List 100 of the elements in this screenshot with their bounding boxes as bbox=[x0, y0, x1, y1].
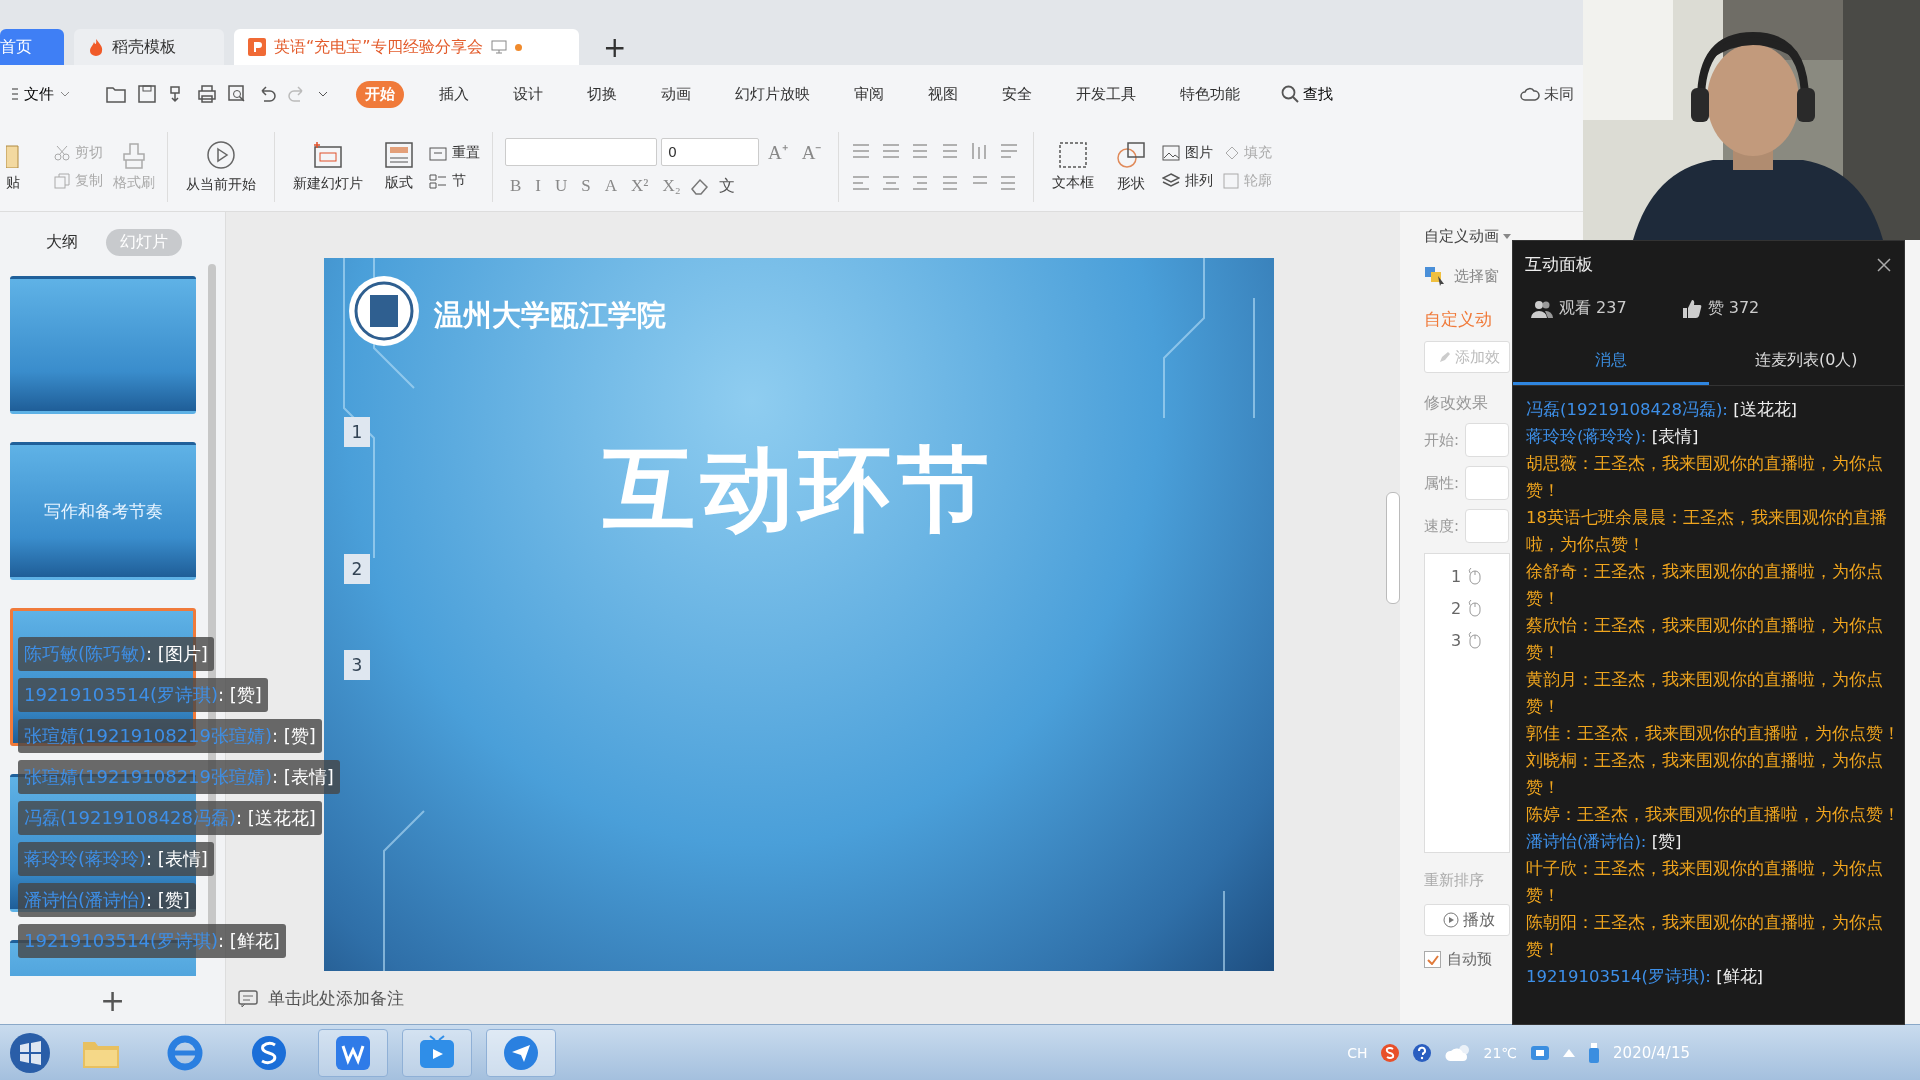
print-icon[interactable] bbox=[198, 85, 216, 103]
folder-icon[interactable] bbox=[106, 85, 126, 103]
phonetic-guide-button[interactable]: 文 bbox=[713, 175, 740, 197]
cloud-icon bbox=[1520, 87, 1540, 101]
s-logo-icon[interactable] bbox=[250, 1033, 288, 1072]
animation-order-tag[interactable]: 3 bbox=[344, 650, 370, 680]
picture-button[interactable]: 图片 bbox=[1162, 144, 1214, 162]
usb-drive-icon[interactable] bbox=[1587, 1041, 1602, 1064]
section-label: 修改效果 bbox=[1424, 393, 1488, 414]
flame-icon bbox=[88, 38, 104, 56]
arrange-button[interactable]: 排列 bbox=[1162, 172, 1214, 190]
text-box-icon bbox=[1059, 142, 1088, 168]
checkbox[interactable] bbox=[1424, 951, 1441, 968]
sender-name: 潘诗怡(潘诗怡) bbox=[24, 888, 147, 912]
browser-icon[interactable] bbox=[166, 1033, 204, 1072]
sender-name: 蒋玲玲(蒋玲玲) bbox=[24, 847, 147, 871]
play-button[interactable]: 播放 bbox=[1424, 904, 1510, 936]
effect-field[interactable] bbox=[1465, 509, 1510, 543]
scissors-icon bbox=[54, 145, 70, 161]
start-button[interactable] bbox=[8, 1030, 52, 1075]
slide-thumbnail[interactable] bbox=[10, 276, 196, 414]
effect-list[interactable]: 1 2 3 bbox=[1424, 553, 1510, 853]
unsaved-dot bbox=[514, 43, 522, 51]
sender-name: 冯磊(19219108428冯磊) bbox=[24, 806, 237, 830]
caret-icon[interactable] bbox=[318, 91, 328, 97]
checkmark-icon bbox=[1426, 954, 1439, 965]
new-tab-button[interactable]: + bbox=[589, 29, 641, 65]
file-menu[interactable]: 文件 bbox=[6, 83, 76, 105]
message-text: : [表情] bbox=[146, 847, 208, 871]
menu-tab[interactable]: 开发工具 bbox=[1067, 80, 1145, 108]
temperature: 21℃ bbox=[1483, 1044, 1518, 1061]
input-method-icon[interactable] bbox=[1379, 1042, 1400, 1063]
presentation-file-icon bbox=[248, 38, 266, 56]
layout-button[interactable]: 版式 bbox=[379, 141, 419, 193]
animation-order-tag[interactable]: 2 bbox=[344, 554, 370, 584]
effect-field[interactable] bbox=[1465, 466, 1510, 500]
sender-name: 19219103514(罗诗琪) bbox=[24, 929, 219, 953]
add-slide-button[interactable]: + bbox=[0, 976, 225, 1024]
pencil-icon bbox=[1439, 351, 1451, 363]
document-tab[interactable]: 首页 bbox=[0, 29, 64, 65]
new-slide-button[interactable]: 新建幻灯片 bbox=[287, 140, 369, 194]
text-box-button[interactable]: 文本框 bbox=[1046, 141, 1101, 193]
college-name: 温州大学瓯江学院 bbox=[434, 297, 666, 334]
save-icon[interactable] bbox=[138, 85, 156, 103]
field-label: 开始: bbox=[1424, 430, 1460, 450]
menu-tab[interactable]: 插入 bbox=[430, 80, 478, 108]
menu-tab[interactable]: 安全 bbox=[993, 80, 1041, 108]
document-tab[interactable]: 英语“充电宝”专四经验分享会 bbox=[234, 29, 579, 65]
people-icon bbox=[1531, 299, 1553, 318]
notes-placeholder[interactable]: 单击此处添加备注 bbox=[268, 987, 404, 1010]
shapes-icon bbox=[1116, 141, 1147, 169]
scrollbar-thumb[interactable] bbox=[1386, 492, 1400, 604]
reset-button[interactable]: 重置 bbox=[429, 144, 480, 162]
menu-tab[interactable]: 视图 bbox=[919, 80, 967, 108]
panel-tab[interactable]: 连麦列表(0人) bbox=[1708, 339, 1904, 385]
help-icon[interactable] bbox=[1411, 1042, 1432, 1063]
play-circle-icon bbox=[1443, 912, 1459, 928]
paste-button[interactable]: 贴 bbox=[0, 141, 26, 193]
close-icon[interactable] bbox=[1876, 256, 1892, 273]
thumbnail-title: 写作和备考节奏 bbox=[43, 499, 163, 523]
shape-button[interactable]: 形状 bbox=[1110, 140, 1153, 194]
pane-header: 自定义动画 bbox=[1424, 226, 1499, 246]
document-tab[interactable]: 稻壳模板 bbox=[74, 29, 224, 65]
sender-name: 19219103514(罗诗琪) bbox=[24, 683, 219, 707]
brush-icon bbox=[122, 142, 146, 169]
preview-icon[interactable] bbox=[228, 85, 246, 103]
message-text: [表情] bbox=[1651, 427, 1699, 446]
system-message: 郭佳：王圣杰，我来围观你的直播啦，为你点赞！ bbox=[1526, 723, 1901, 745]
menu-tab[interactable]: 特色功能 bbox=[1171, 80, 1249, 108]
system-message: 刘晓桐：王圣杰，我来围观你的直播啦，为你点赞！ bbox=[1526, 750, 1884, 799]
menu-tab[interactable]: 设计 bbox=[504, 80, 552, 108]
message-text: : [赞] bbox=[272, 724, 316, 748]
undo-icon[interactable] bbox=[258, 86, 276, 102]
mouse-icon bbox=[1467, 567, 1482, 585]
menu-tab[interactable]: 审阅 bbox=[845, 80, 893, 108]
section-icon bbox=[429, 173, 447, 189]
eraser-icon[interactable] bbox=[689, 177, 710, 195]
panel-title: 互动面板 bbox=[1525, 253, 1593, 276]
message-text: [鲜花] bbox=[1716, 967, 1764, 986]
panel-tab[interactable]: 消息 bbox=[1513, 339, 1709, 385]
effect-field[interactable] bbox=[1465, 423, 1510, 457]
menu-tab[interactable]: 动画 bbox=[652, 80, 700, 108]
effect-number: 2 bbox=[1451, 598, 1462, 618]
animation-order-tag[interactable]: 1 bbox=[344, 417, 370, 447]
effect-number: 3 bbox=[1451, 630, 1462, 650]
caret-icon bbox=[60, 91, 70, 97]
font-name-field[interactable] bbox=[505, 137, 657, 166]
font-size-field[interactable]: 0 bbox=[661, 137, 759, 166]
view-tab[interactable]: 大纲 bbox=[32, 228, 92, 256]
search-button[interactable]: 查找 bbox=[1275, 83, 1339, 105]
layers-icon bbox=[1162, 173, 1181, 189]
w-logo-icon[interactable] bbox=[334, 1033, 372, 1072]
reorder-label: 重新排序 bbox=[1424, 871, 1484, 890]
section-button[interactable]: 节 bbox=[429, 172, 480, 190]
menu-tab[interactable]: 幻灯片放映 bbox=[726, 80, 819, 108]
play-from-current-button[interactable]: 从当前开始 bbox=[180, 139, 262, 195]
sender-name: 蒋玲玲(蒋玲玲): bbox=[1526, 427, 1647, 446]
sync-status-button[interactable]: 未同 bbox=[1514, 83, 1580, 105]
system-message: 18英语七班余晨晨：王圣杰，我来围观你的直播啦，为你点赞！ bbox=[1526, 507, 1888, 556]
menu-tab[interactable]: 切换 bbox=[578, 80, 626, 108]
